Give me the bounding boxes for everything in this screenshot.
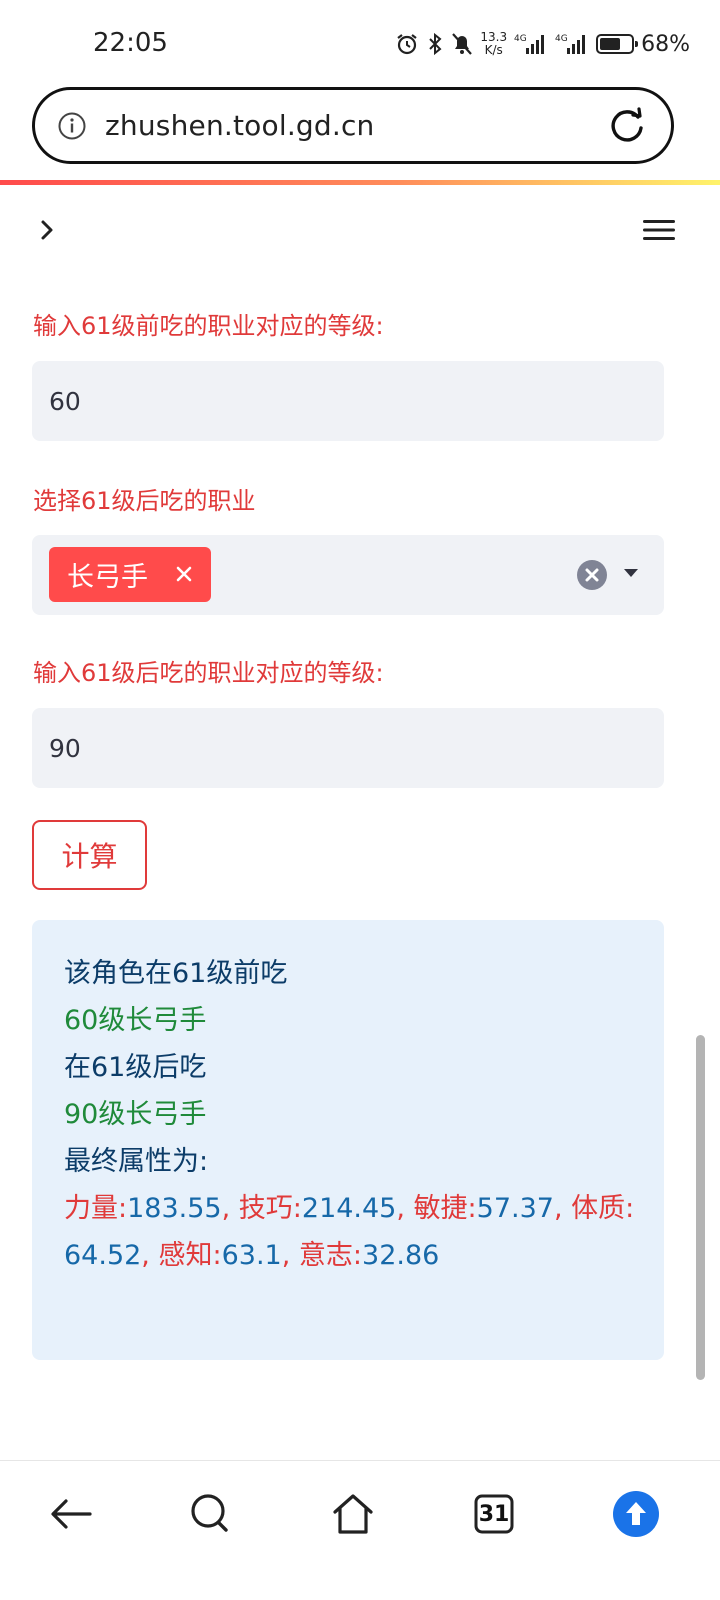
svg-text:4G: 4G: [514, 34, 527, 44]
selected-class-tag[interactable]: 长弓手: [49, 547, 211, 602]
alarm-icon: [395, 32, 419, 56]
status-bar: 22:05 13.3 K/s 4G 4G 68%: [0, 0, 720, 88]
reload-icon[interactable]: [607, 106, 647, 146]
result-box: 该角色在61级前吃 60级长弓手 在61级后吃 90级长弓手 最终属性为: 力量…: [32, 920, 664, 1360]
level-before-input[interactable]: 60: [32, 361, 664, 441]
signal-strength-icon-2: 4G: [555, 32, 589, 56]
upload-button[interactable]: [611, 1489, 661, 1539]
up-arrow-circle-icon: [613, 1491, 659, 1537]
stat-name: 感知:: [158, 1240, 222, 1271]
stat-name: 体质:: [571, 1193, 635, 1224]
stat-value: 64.52: [64, 1240, 142, 1271]
dropdown-arrow-icon[interactable]: [621, 563, 641, 583]
class-after-multiselect[interactable]: 长弓手: [32, 535, 664, 615]
level-after-input[interactable]: 90: [32, 708, 664, 788]
address-bar[interactable]: zhushen.tool.gd.cn: [32, 87, 674, 164]
calculate-button[interactable]: 计算: [32, 820, 147, 890]
stat-value: 32.86: [362, 1240, 440, 1271]
result-line-1: 该角色在61级前吃: [64, 958, 288, 989]
battery-percent: 68%: [641, 31, 690, 57]
url-text[interactable]: zhushen.tool.gd.cn: [105, 109, 607, 142]
class-after-label: 选择61级后吃的职业: [33, 487, 256, 515]
search-icon: [191, 1494, 228, 1532]
stat-value: 214.45: [301, 1193, 397, 1224]
mute-bell-icon: [451, 32, 473, 56]
svg-text:4G: 4G: [555, 34, 568, 44]
level-after-label: 输入61级后吃的职业对应的等级:: [33, 659, 384, 687]
scrollbar[interactable]: [696, 1035, 705, 1380]
info-icon[interactable]: [57, 111, 87, 141]
page-load-progress: [0, 180, 720, 185]
signal-strength-icon-1: 4G: [514, 32, 548, 56]
tabs-count: 31: [478, 1501, 510, 1527]
selected-class-text: 长弓手: [67, 562, 148, 593]
bottom-nav: 31: [0, 1460, 720, 1600]
remove-tag-icon[interactable]: [173, 563, 195, 585]
stat-name: 力量:: [64, 1193, 128, 1224]
result-line-4: 90级长弓手: [64, 1099, 207, 1130]
battery-icon: [596, 34, 639, 54]
back-button[interactable]: [46, 1489, 96, 1539]
stat-name: 意志:: [298, 1240, 363, 1271]
result-line-3: 在61级后吃: [64, 1052, 207, 1083]
level-before-label: 输入61级前吃的职业对应的等级:: [33, 312, 384, 340]
back-arrow-icon: [51, 1499, 92, 1529]
hamburger-menu-icon[interactable]: [642, 216, 676, 244]
stat-value: 57.37: [476, 1193, 554, 1224]
network-speed: 13.3 K/s: [480, 30, 508, 57]
tabs-button[interactable]: 31: [469, 1489, 519, 1539]
search-button[interactable]: [186, 1489, 236, 1539]
stat-value: 63.1: [221, 1240, 282, 1271]
result-line-5: 最终属性为:: [64, 1146, 209, 1177]
result-line-2: 60级长弓手: [64, 1005, 207, 1036]
status-time: 22:05: [93, 28, 168, 58]
bluetooth-icon: [426, 32, 444, 56]
home-icon: [333, 1494, 373, 1534]
result-stats: 力量:183.55, 技巧:214.45, 敏捷:57.37, 体质:64.52…: [64, 1193, 635, 1271]
stat-name: 技巧:: [238, 1193, 302, 1224]
stat-value: 183.55: [127, 1193, 222, 1224]
home-button[interactable]: [328, 1489, 378, 1539]
clear-selection-icon[interactable]: [576, 559, 608, 591]
stat-name: 敏捷:: [413, 1193, 477, 1224]
chevron-right-icon[interactable]: [32, 214, 64, 246]
status-icons: 13.3 K/s 4G 4G 68%: [395, 28, 690, 60]
